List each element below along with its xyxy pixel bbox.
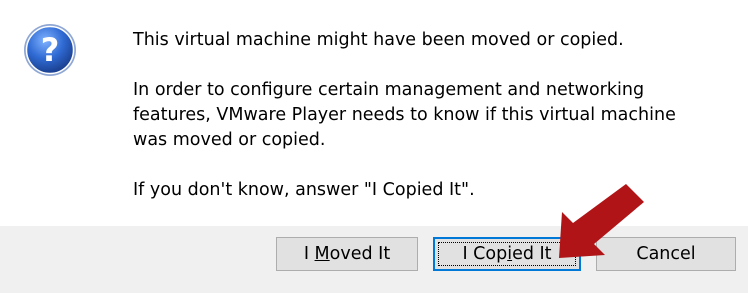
question-icon: ? — [24, 24, 76, 76]
message-explanation: In order to configure certain management… — [133, 80, 676, 150]
i-moved-it-button[interactable]: I Moved It — [276, 237, 418, 271]
moved-label-suffix: oved It — [329, 244, 391, 264]
button-bar: I Moved It I Copied It Cancel — [0, 226, 748, 293]
svg-text:?: ? — [41, 31, 60, 69]
vm-moved-or-copied-dialog: ? This virtual machine might have been m… — [0, 0, 748, 293]
message-advice: If you don't know, answer "I Copied It". — [133, 180, 475, 200]
moved-label-prefix: I — [303, 244, 315, 264]
copied-label-suffix: ed It — [512, 244, 552, 264]
cancel-button[interactable]: Cancel — [596, 237, 736, 271]
dialog-message: This virtual machine might have been mov… — [133, 28, 733, 203]
i-copied-it-button[interactable]: I Copied It — [433, 237, 581, 271]
moved-accelerator-key: M — [314, 244, 330, 264]
message-headline: This virtual machine might have been mov… — [133, 30, 624, 50]
copied-label-prefix: I Cop — [462, 244, 508, 264]
